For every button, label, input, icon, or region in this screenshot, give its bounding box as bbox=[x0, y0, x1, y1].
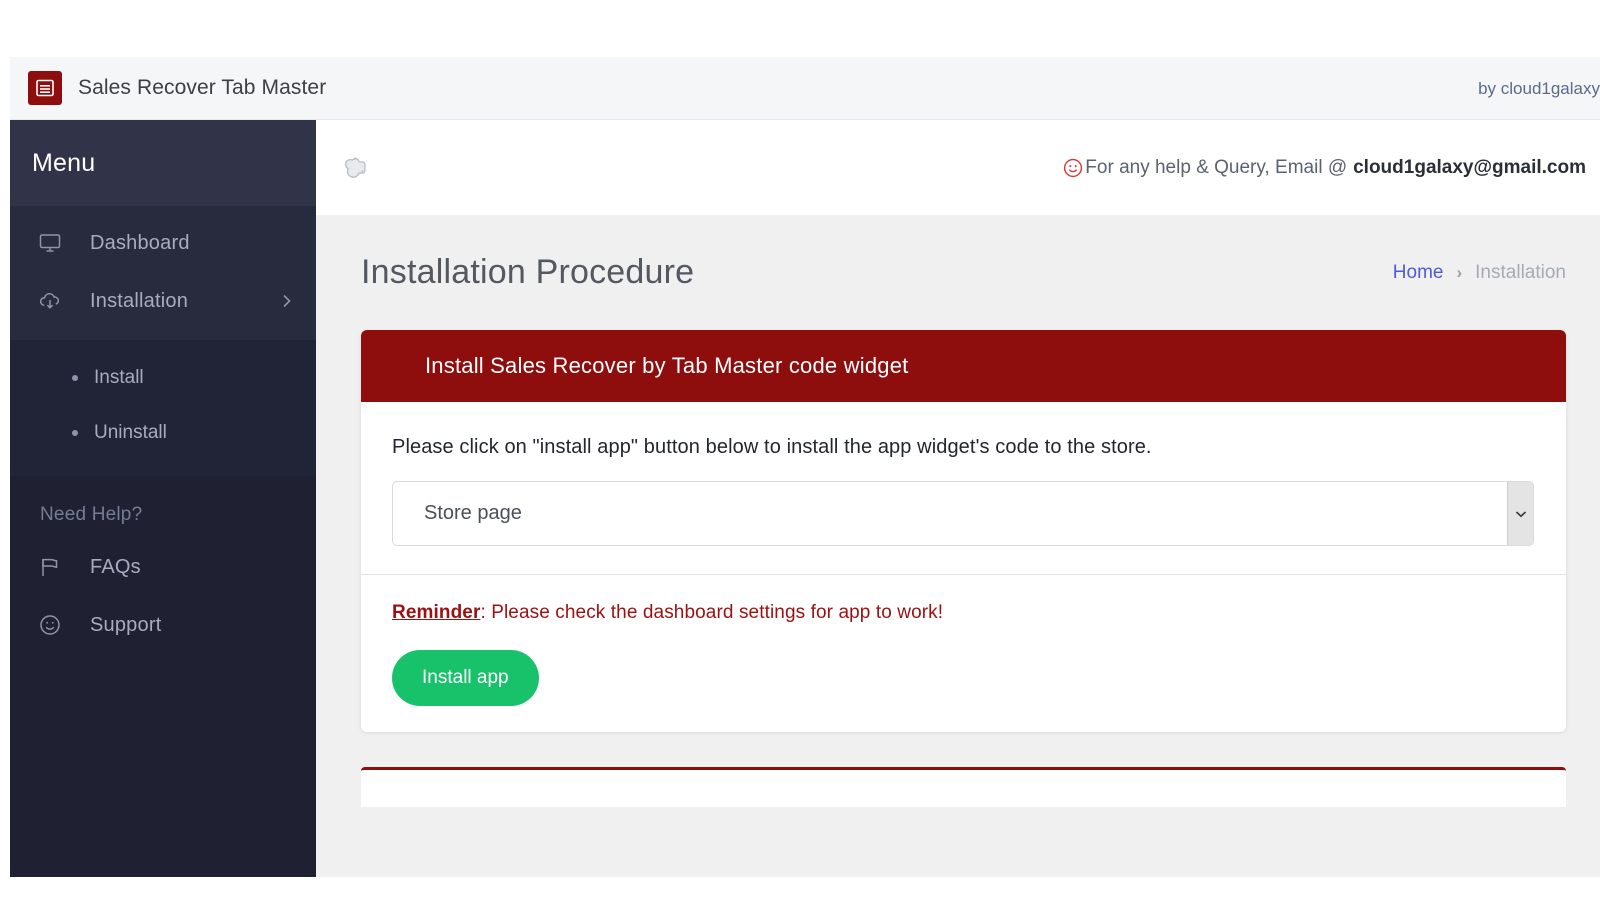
card-body: Please click on "install app" button bel… bbox=[361, 402, 1566, 732]
breadcrumb-home-link[interactable]: Home bbox=[1393, 262, 1444, 284]
store-page-select-value: Store page bbox=[424, 502, 522, 524]
help-email-text: cloud1galaxy@gmail.com bbox=[1353, 156, 1586, 178]
sidebar-item-support[interactable]: Support bbox=[10, 596, 316, 654]
help-contact-text: For any help & Query, Email @ cloud1gala… bbox=[1063, 157, 1586, 179]
install-instruction-text: Please click on "install app" button bel… bbox=[392, 436, 1152, 458]
reminder-text: Reminder: Please check the dashboard set… bbox=[392, 602, 1534, 624]
brand-title: Sales Recover Tab Master bbox=[78, 76, 327, 99]
app-window-icon bbox=[28, 71, 62, 105]
sidebar-subitem-label: Install bbox=[94, 366, 144, 388]
card-header: Install Sales Recover by Tab Master code… bbox=[361, 330, 1566, 402]
brand-bar: Sales Recover Tab Master by cloud1galaxy bbox=[10, 57, 1600, 120]
next-card-top-edge bbox=[361, 767, 1566, 807]
cloud-download-icon bbox=[38, 289, 68, 313]
sidebar-item-dashboard[interactable]: Dashboard bbox=[10, 214, 316, 272]
sidebar-item-installation[interactable]: Installation bbox=[10, 272, 316, 330]
monitor-icon bbox=[38, 231, 68, 255]
sidebar-section-need-help: Need Help? bbox=[40, 504, 143, 525]
install-app-button[interactable]: Install app bbox=[392, 650, 539, 706]
chevron-down-icon[interactable] bbox=[1507, 482, 1533, 545]
chevron-right-icon bbox=[280, 292, 294, 310]
sidebar-menu-label: Menu bbox=[32, 148, 96, 177]
card-header-title: Install Sales Recover by Tab Master code… bbox=[425, 353, 909, 378]
sidebar-subitem-label: Uninstall bbox=[94, 421, 167, 443]
sidebar-nav-primary: Dashboard Installation bbox=[10, 206, 316, 340]
app-root: Sales Recover Tab Master by cloud1galaxy… bbox=[10, 57, 1600, 877]
sidebar-item-label: FAQs bbox=[90, 555, 141, 578]
brand-author: by cloud1galaxy bbox=[1478, 79, 1600, 98]
sidebar-item-label: Installation bbox=[90, 289, 189, 312]
page-header: Installation Procedure Home › Installati… bbox=[316, 215, 1600, 330]
sidebar-item-label: Support bbox=[90, 613, 162, 636]
bullet-icon bbox=[72, 429, 78, 436]
breadcrumb: Home › Installation bbox=[1393, 262, 1566, 284]
bullet-icon bbox=[72, 374, 78, 381]
card-divider bbox=[361, 574, 1566, 575]
main-content: For any help & Query, Email @ cloud1gala… bbox=[316, 120, 1600, 877]
help-prefix-text: For any help & Query, Email @ bbox=[1085, 156, 1348, 178]
smiley-icon bbox=[38, 613, 68, 637]
sidebar-submenu-installation: Install Uninstall bbox=[10, 340, 316, 476]
sidebar-menu-header: Menu bbox=[10, 120, 316, 206]
flag-icon bbox=[38, 555, 68, 579]
smiley-face-emoji bbox=[1063, 158, 1083, 178]
reminder-label: Reminder bbox=[392, 602, 481, 623]
chevron-right-icon: › bbox=[1456, 262, 1463, 282]
sidebar-item-label: Dashboard bbox=[90, 231, 190, 254]
sidebar: Menu Dashboard Installation Install Unin… bbox=[10, 120, 316, 877]
install-widget-card: Install Sales Recover by Tab Master code… bbox=[361, 330, 1566, 732]
content-top-bar: For any help & Query, Email @ cloud1gala… bbox=[316, 120, 1600, 215]
menu-toggle-icon[interactable] bbox=[334, 146, 378, 190]
store-page-select[interactable]: Store page bbox=[392, 481, 1534, 546]
sidebar-help-group: Need Help? FAQs Support bbox=[10, 476, 316, 654]
sidebar-item-faqs[interactable]: FAQs bbox=[10, 538, 316, 596]
sidebar-subitem-uninstall[interactable]: Uninstall bbox=[10, 405, 316, 460]
reminder-message: : Please check the dashboard settings fo… bbox=[480, 602, 944, 623]
sidebar-subitem-install[interactable]: Install bbox=[10, 350, 316, 405]
page-title: Installation Procedure bbox=[361, 253, 695, 291]
breadcrumb-current: Installation bbox=[1475, 261, 1566, 283]
